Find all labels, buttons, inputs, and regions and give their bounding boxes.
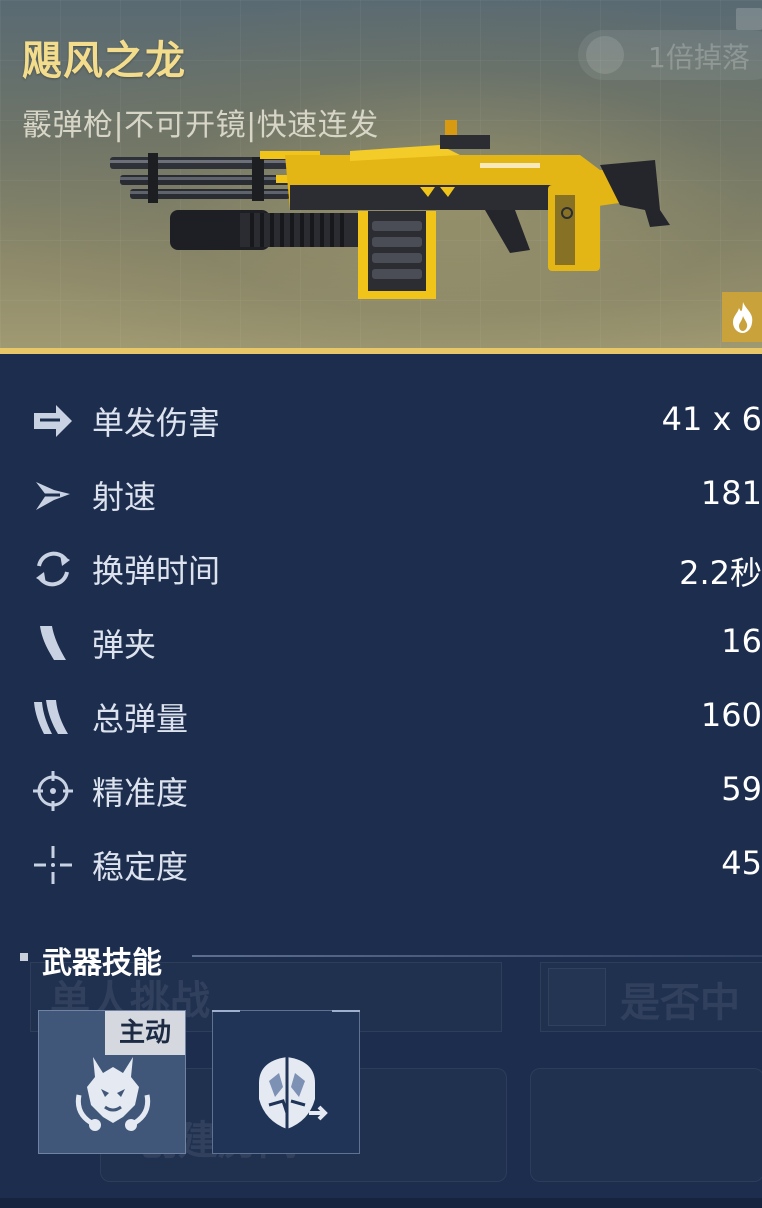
- drop-rate-text: 1倍掉落: [648, 41, 750, 74]
- reload-cycle-icon: [30, 546, 76, 592]
- weapon-banner: 1倍掉落 飓风之龙 霰弹枪|不可开镜|快速连发: [0, 0, 762, 350]
- weapon-skills-header: 武器技能: [20, 938, 762, 981]
- weapon-skills-title: 武器技能: [42, 946, 162, 981]
- drop-rate-icon: [586, 36, 624, 74]
- skill-card-active[interactable]: 主动: [38, 1010, 186, 1154]
- drop-rate-badge: 1倍掉落: [578, 30, 762, 80]
- ghost-confirm-text: 是否中: [620, 980, 740, 1026]
- stat-label: 弹夹: [92, 626, 157, 664]
- banner-accent-bar: [0, 348, 762, 354]
- stability-icon: [30, 842, 76, 888]
- stat-value: 16: [721, 622, 762, 660]
- battery-icon: [736, 8, 762, 30]
- stat-label: 单发伤害: [92, 404, 221, 442]
- weapon-name: 飓风之龙: [22, 38, 186, 84]
- ammo-total-icon: [30, 694, 76, 740]
- stat-row-stability: 稳定度 45: [0, 828, 762, 902]
- dragon-shield-icon: [259, 1057, 328, 1129]
- shotgun-weapon-icon: [110, 120, 670, 299]
- stat-value: 41 x 6: [661, 400, 762, 438]
- card-corner-accent: [332, 1010, 360, 1012]
- fire-icon: [733, 302, 753, 333]
- stat-row-reload: 换弹时间 2.2秒: [0, 532, 762, 606]
- bottom-strip: [0, 1198, 762, 1208]
- crosshair-icon: [30, 768, 76, 814]
- stat-row-damage: 单发伤害 41 x 6: [0, 384, 762, 458]
- skill-card-passive[interactable]: [212, 1010, 360, 1154]
- stat-label: 总弹量: [92, 700, 189, 738]
- stat-row-fire-rate: 射速 181: [0, 458, 762, 532]
- stat-label: 换弹时间: [92, 552, 221, 590]
- stat-row-accuracy: 精准度 59: [0, 754, 762, 828]
- stat-label: 稳定度: [92, 848, 189, 886]
- stat-row-magazine: 弹夹 16: [0, 606, 762, 680]
- fire-element-badge: [722, 292, 762, 342]
- arrow-right-icon: [30, 398, 76, 444]
- section-divider: [192, 955, 762, 957]
- stat-value: 45: [721, 844, 762, 882]
- stat-row-total-ammo: 总弹量 160: [0, 680, 762, 754]
- stat-label: 精准度: [92, 774, 189, 812]
- speed-arrow-icon: [30, 472, 76, 518]
- magazine-icon: [30, 620, 76, 666]
- stat-value: 160: [700, 696, 762, 734]
- stat-value: 59: [721, 770, 762, 808]
- stat-label: 射速: [92, 478, 157, 516]
- ghost-action-button: [530, 1068, 762, 1182]
- dragon-head-icon: [75, 1057, 151, 1131]
- card-corner-accent: [212, 1010, 240, 1012]
- stat-value: 181: [700, 474, 762, 512]
- section-bullet: [20, 953, 28, 961]
- stat-value: 2.2秒: [679, 554, 762, 592]
